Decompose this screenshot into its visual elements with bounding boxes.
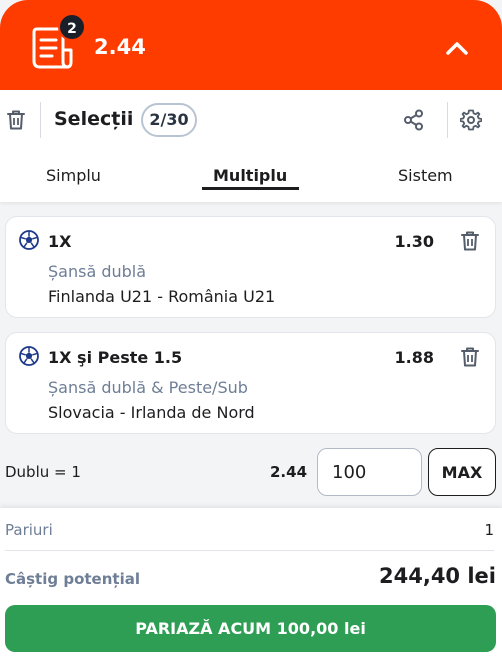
total-odds: 2.44 xyxy=(94,35,146,59)
trash-icon[interactable] xyxy=(459,346,481,368)
selection-market: Șansă dublă xyxy=(48,262,147,281)
selection-pick: 1X şi Peste 1.5 xyxy=(48,348,183,367)
selections-title: Selecții xyxy=(54,108,134,130)
place-bet-button[interactable]: PARIAZĂ ACUM 100,00 lei xyxy=(5,605,496,652)
selection-count-badge: 2 xyxy=(58,13,86,41)
combination-label: Dublu = 1 xyxy=(5,463,81,481)
potential-win-label: Câștig potențial xyxy=(5,570,140,588)
tab-simplu[interactable]: Simplu xyxy=(46,166,101,185)
trash-icon[interactable] xyxy=(5,109,27,131)
selections-count: 2/30 xyxy=(141,103,197,137)
selection-odds: 1.88 xyxy=(394,348,434,367)
max-stake-button[interactable]: MAX xyxy=(428,448,496,496)
selection-event[interactable]: Finlanda U21 - România U21 xyxy=(48,287,275,306)
selection-market: Șansă dublă & Peste/Sub xyxy=(48,378,248,397)
divider xyxy=(5,550,494,551)
potential-win-value: 244,40 lei xyxy=(379,564,496,588)
selection-card: 1X 1.30 Șansă dublă Finlanda U21 - Român… xyxy=(5,216,496,318)
stake-row: Dublu = 1 2.44 MAX xyxy=(0,448,502,498)
selection-pick: 1X xyxy=(48,232,72,251)
betslip-header[interactable]: 2 2.44 xyxy=(0,0,502,90)
share-icon[interactable] xyxy=(403,109,425,131)
tab-multiplu[interactable]: Multiplu xyxy=(213,166,287,185)
selection-card: 1X şi Peste 1.5 1.88 Șansă dublă & Peste… xyxy=(5,332,496,434)
selections-toolbar: Selecții 2/30 xyxy=(0,90,502,150)
gear-icon[interactable] xyxy=(460,109,482,131)
bet-type-tabs: Simplu Multiplu Sistem xyxy=(0,150,502,202)
combination-odds: 2.44 xyxy=(270,463,308,481)
selection-odds: 1.30 xyxy=(394,232,434,251)
bet-summary: Pariuri 1 Câștig potențial 244,40 lei PA… xyxy=(0,508,502,658)
bets-value: 1 xyxy=(484,521,494,539)
selection-event[interactable]: Slovacia - Irlanda de Nord xyxy=(48,403,255,422)
active-tab-indicator xyxy=(202,187,299,190)
bets-label: Pariuri xyxy=(5,521,53,539)
chevron-up-icon[interactable] xyxy=(442,36,472,58)
divider xyxy=(40,102,41,138)
football-icon xyxy=(19,346,39,366)
divider xyxy=(447,102,448,138)
tab-sistem[interactable]: Sistem xyxy=(398,166,453,185)
stake-input[interactable] xyxy=(317,448,422,496)
football-icon xyxy=(19,230,39,250)
trash-icon[interactable] xyxy=(459,230,481,252)
